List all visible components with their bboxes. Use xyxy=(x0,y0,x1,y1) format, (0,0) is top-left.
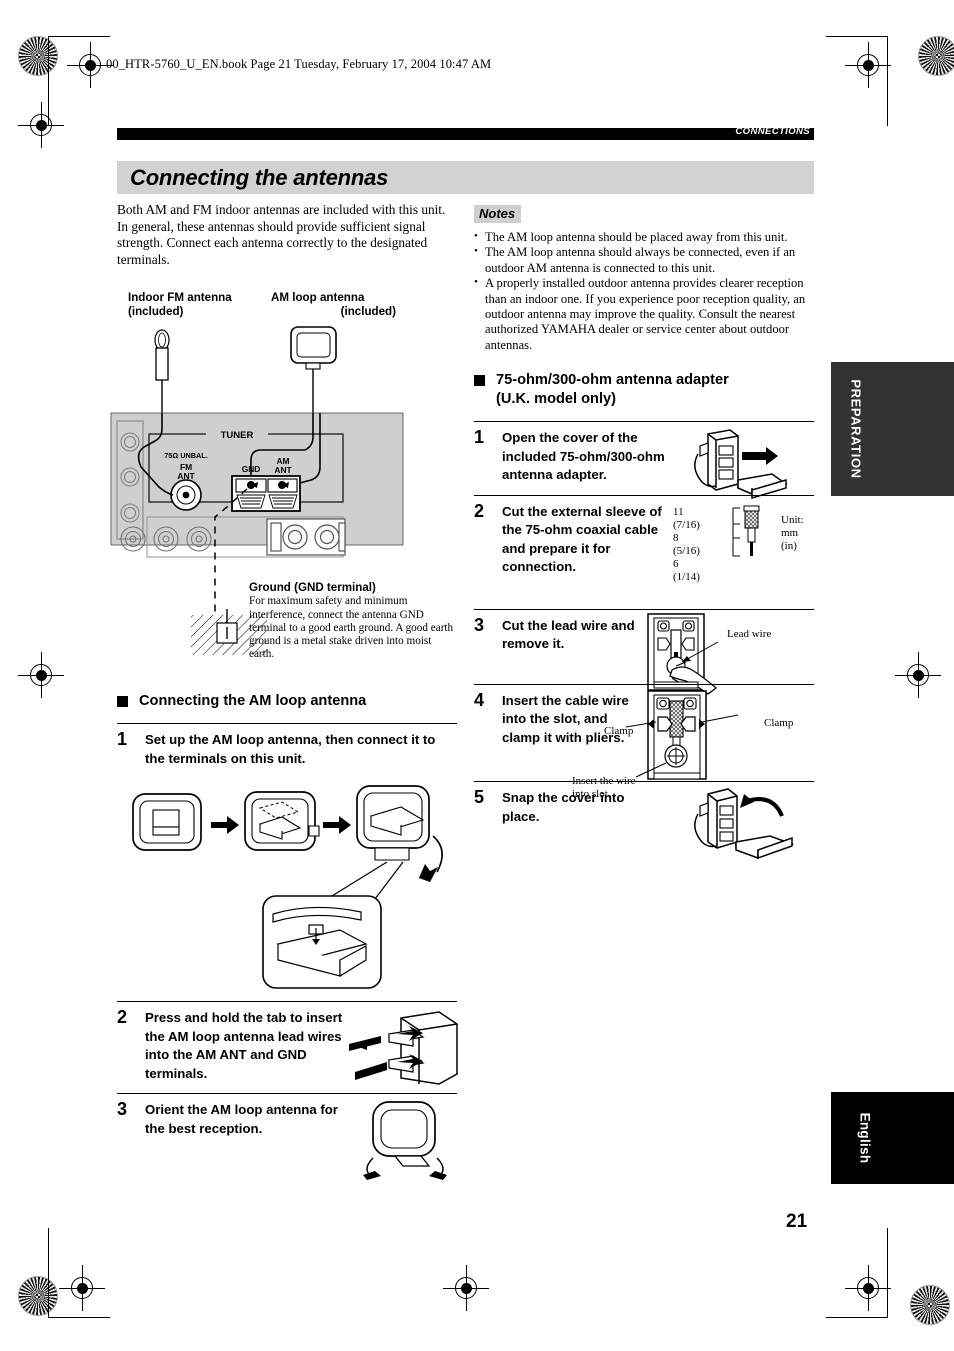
clamp-cable-drawing xyxy=(625,690,739,780)
clamp-label-right: Clamp xyxy=(764,716,794,729)
note-item: A properly installed outdoor antenna pro… xyxy=(474,275,814,353)
intro-paragraph: Both AM and FM indoor antennas are inclu… xyxy=(117,202,446,267)
crop-mark-bottom-right xyxy=(826,1228,888,1318)
adapter-open-cover-drawing xyxy=(694,429,788,500)
manual-page: 00_HTR-5760_U_EN.book Page 21 Tuesday, F… xyxy=(0,0,954,1351)
adapter-step-4-text: Insert the cable wire into the slot, and… xyxy=(502,692,629,745)
adapter-step-4: 4 Insert the cable wire into the slot, a… xyxy=(474,683,814,800)
adapter-step-4-number: 4 xyxy=(474,689,485,710)
am-loop-section-heading: Connecting the AM loop antenna xyxy=(117,692,457,711)
adapter-section-heading: 75-ohm/300-ohm antenna adapter (U.K. mod… xyxy=(474,371,814,409)
tuner-group-label: TUNER xyxy=(221,430,254,441)
terminal-insert-drawing xyxy=(349,1011,458,1086)
am-loop-step-1-text: Set up the AM loop antenna, then connect… xyxy=(145,732,436,766)
am-loop-step-2-number: 2 xyxy=(117,1007,128,1028)
section-title-bar: Connecting the antennas xyxy=(117,161,814,194)
notes-block: Notes The AM loop antenna should be plac… xyxy=(474,205,814,353)
antenna-connection-figure: Indoor FM antenna (included) AM loop ant… xyxy=(110,291,457,676)
am-antenna-label-line2: (included) xyxy=(340,304,396,318)
registration-star-bottom-right xyxy=(910,1285,950,1325)
running-head-label: CONNECTIONS xyxy=(735,126,810,137)
adapter-step-2-number: 2 xyxy=(474,500,485,521)
adapter-step-2-text: Cut the external sleeve of the 75-ohm co… xyxy=(502,503,662,575)
registration-star-top-right xyxy=(918,36,954,76)
measurement-6: 6 (1/14) xyxy=(673,557,700,583)
notes-list: The AM loop antenna should be placed awa… xyxy=(474,229,814,353)
measurement-11: 11 (7/16) xyxy=(673,505,700,531)
am-loop-step-1-number: 1 xyxy=(117,729,128,750)
am-loop-section: Connecting the AM loop antenna 1 Set up … xyxy=(117,692,458,1181)
running-head-bar: CONNECTIONS xyxy=(117,126,814,140)
crop-mark-top-right xyxy=(826,36,888,126)
adapter-step-1-number: 1 xyxy=(474,427,485,448)
adapter-step-5-number: 5 xyxy=(474,787,485,808)
square-bullet-icon xyxy=(474,375,485,387)
side-tab-english-label: English xyxy=(857,1112,872,1164)
coax-cable-drawing xyxy=(732,505,760,557)
ground-callout: Ground (GND terminal) For maximum safety… xyxy=(249,581,454,661)
registration-target-left-middle xyxy=(18,652,64,698)
fm-antenna-label-line2: (included) xyxy=(128,304,184,318)
right-column: Notes The AM loop antenna should be plac… xyxy=(474,205,814,860)
am-loop-step-2: 2 Press and hold the tab to insert the A… xyxy=(117,1001,458,1087)
left-column: Both AM and FM indoor antennas are inclu… xyxy=(110,202,458,1181)
notes-label: Notes xyxy=(474,205,522,223)
square-bullet-icon xyxy=(117,696,128,708)
adapter-step-5-text: Snap the cover into place. xyxy=(502,790,625,824)
am-antenna-label-line1: AM loop antenna xyxy=(271,291,365,305)
ground-callout-title: Ground (GND terminal) xyxy=(249,581,376,595)
registration-target-right-middle xyxy=(895,652,941,698)
unit-label-line1: Unit: xyxy=(781,513,804,526)
am-loop-step-3-number: 3 xyxy=(117,1099,128,1120)
fm-impedance-label: 75Ω UNBAL. xyxy=(164,451,208,460)
registration-target-bottom-center xyxy=(443,1265,489,1311)
am-loop-orientation-drawing xyxy=(363,1101,447,1181)
note-item: The AM loop antenna should be placed awa… xyxy=(474,229,814,245)
lead-wire-label: Lead wire xyxy=(727,627,772,640)
adapter-step-2: 2 Cut the external sleeve of the 75-ohm … xyxy=(474,494,814,583)
adapter-step-5: 5 Snap the cover into place. xyxy=(474,781,814,860)
ground-callout-body: For maximum safety and minimum interfere… xyxy=(249,595,454,661)
fm-antenna-label-line1: Indoor FM antenna xyxy=(128,291,232,305)
crop-mark-bottom-left xyxy=(48,1228,110,1318)
measurement-8: 8 (5/16) xyxy=(673,531,700,557)
am-loop-assembly-drawing xyxy=(132,785,443,990)
page-number: 21 xyxy=(786,1211,808,1232)
am-loop-step-2-text: Press and hold the tab to insert the AM … xyxy=(145,1010,343,1081)
note-item: The AM loop antenna should always be con… xyxy=(474,244,814,276)
cut-lead-wire-drawing xyxy=(647,613,719,695)
adapter-step-1-text: Open the cover of the included 75-ohm/30… xyxy=(502,430,665,483)
am-ant-terminal-label-line2: ANT xyxy=(274,465,292,475)
snap-cover-drawing xyxy=(694,788,795,860)
page-title: Connecting the antennas xyxy=(130,165,389,190)
adapter-step-3-number: 3 xyxy=(474,614,485,635)
adapter-step-1: 1 Open the cover of the included 75-ohm/… xyxy=(474,421,814,500)
am-loop-step-1: 1 Set up the AM loop antenna, then conne… xyxy=(117,723,457,995)
am-loop-step-3: 3 Orient the AM loop antenna for the bes… xyxy=(117,1093,457,1181)
crop-mark-top-left xyxy=(48,36,110,126)
side-tab-english: English xyxy=(831,1092,954,1184)
side-tab-preparation: PREPARATION xyxy=(831,362,954,496)
side-tab-preparation-label: PREPARATION xyxy=(848,379,863,479)
adapter-heading-line1: 75-ohm/300-ohm antenna adapter xyxy=(496,372,729,389)
am-loop-heading-text: Connecting the AM loop antenna xyxy=(139,693,367,710)
adapter-step-3: 3 Cut the lead wire and remove it. Lead … xyxy=(474,608,814,695)
am-loop-step-3-text: Orient the AM loop antenna for the best … xyxy=(145,1102,338,1136)
adapter-heading-line2: (U.K. model only) xyxy=(496,391,616,408)
print-job-header: 00_HTR-5760_U_EN.book Page 21 Tuesday, F… xyxy=(106,57,492,71)
unit-label-line2: mm (in) xyxy=(781,526,799,552)
